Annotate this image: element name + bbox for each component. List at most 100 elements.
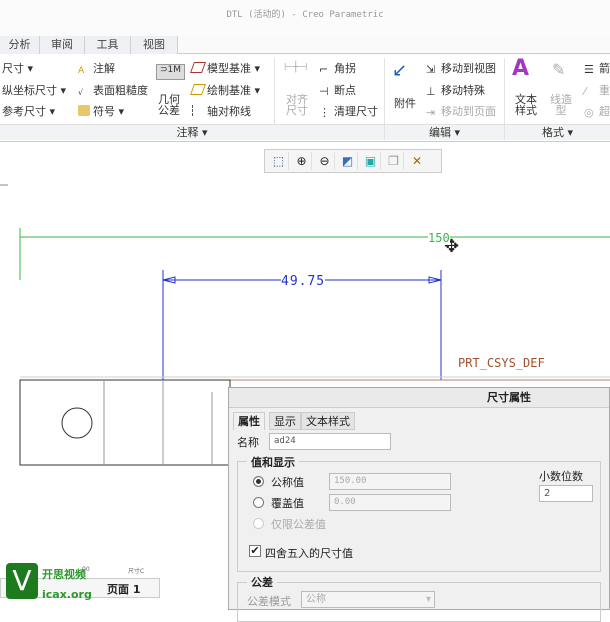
- annotate-group-label[interactable]: 注释 ▾: [0, 124, 384, 140]
- part-view[interactable]: [19, 379, 231, 466]
- arrow-style-label: 箭: [599, 62, 610, 75]
- repeat-format-button[interactable]: ⁄ 重: [584, 82, 610, 98]
- break-icon: ⊣: [319, 85, 329, 98]
- datum-display-icon[interactable]: ✕: [407, 152, 427, 170]
- tolerance-only-label: 仅限公差值: [271, 518, 326, 531]
- selected-dimension-text[interactable]: 49.75: [281, 274, 326, 289]
- small-label: 尺寸C: [128, 568, 145, 575]
- dimension-button[interactable]: 尺寸 ▾: [2, 60, 33, 76]
- display-style-icon[interactable]: ▣: [361, 152, 381, 170]
- text-style-button[interactable]: 文本 样式: [515, 94, 537, 116]
- title-bar: DTL (活动的) - Creo Parametric: [0, 0, 610, 36]
- note-label: 注解: [93, 62, 115, 75]
- ribbon-tabs: 分析 审阅 工具 视图: [0, 36, 610, 54]
- round-checkbox[interactable]: ✔: [249, 545, 261, 557]
- tab-view[interactable]: 视图: [131, 36, 178, 54]
- cleanup-icon: ⋮: [319, 106, 330, 119]
- tab-properties[interactable]: 属性: [233, 412, 265, 430]
- model-datum-button[interactable]: 模型基准 ▾: [189, 60, 260, 76]
- zoom-out-icon[interactable]: ⊖: [315, 152, 335, 170]
- name-input[interactable]: ad24: [269, 433, 391, 450]
- nominal-label: 公称值: [271, 476, 304, 489]
- edit-group-label[interactable]: 编辑 ▾: [385, 124, 504, 140]
- decimals-input[interactable]: 2: [539, 485, 593, 502]
- line-style-button[interactable]: 线造型: [550, 94, 572, 116]
- jog-icon: ⌐: [319, 63, 329, 76]
- nominal-radio[interactable]: [253, 476, 264, 487]
- break-button[interactable]: ⊣ 断点: [319, 82, 356, 98]
- sketch-datum-button[interactable]: 绘制基准 ▾: [189, 82, 261, 98]
- move-special-button[interactable]: ⊥ 移动特殊: [426, 82, 485, 98]
- move-to-view-button[interactable]: ⇲ 移动到视图: [426, 60, 496, 76]
- sketch-datum-label: 绘制基准 ▾: [207, 84, 261, 97]
- refit-icon[interactable]: ⬚: [269, 152, 289, 170]
- axis-symmetry-label: 轴对称线: [207, 105, 251, 118]
- tolerance-mode-value: 公称: [306, 594, 326, 605]
- tab-text-style[interactable]: 文本样式: [301, 412, 355, 430]
- graphics-toolbar: ⬚ ⊕ ⊖ ◩ ▣ ❐ ✕: [264, 149, 442, 173]
- tab-display[interactable]: 显示: [269, 412, 301, 430]
- arrow-style-icon: ☰: [584, 63, 594, 76]
- round-label: 四舍五入的尺寸值: [265, 547, 353, 560]
- watermark-logo: V: [6, 563, 38, 599]
- symbol-icon: [78, 105, 90, 116]
- move-special-icon: ⊥: [426, 85, 436, 98]
- tolerance-only-radio[interactable]: [253, 518, 264, 529]
- gtol-icon: ⊃1M: [156, 64, 185, 80]
- override-value-input[interactable]: 0.00: [329, 494, 451, 511]
- attach-button[interactable]: 附件: [394, 95, 416, 111]
- zoom-in-icon[interactable]: ⊕: [292, 152, 312, 170]
- line-style-label-b: 型: [555, 104, 567, 117]
- tab-analysis[interactable]: 分析: [0, 36, 40, 54]
- tolerance-mode-select[interactable]: 公称 ▾: [301, 591, 435, 608]
- axis-symmetry-button[interactable]: 轴对称线: [192, 103, 251, 119]
- cleanup-dimensions-button[interactable]: ⋮ 清理尺寸: [319, 103, 378, 119]
- text-style-label-b: 样式: [515, 104, 537, 117]
- repaint-icon[interactable]: ◩: [338, 152, 358, 170]
- note-button[interactable]: A 注解: [78, 60, 115, 77]
- tab-tools[interactable]: 工具: [85, 36, 131, 54]
- gtol-button[interactable]: 几何 公差: [158, 94, 180, 116]
- annotation-display-icon[interactable]: ❐: [384, 152, 404, 170]
- note-icon: A: [78, 66, 85, 76]
- decimals-label: 小数位数: [539, 470, 583, 483]
- move-to-sheet-button[interactable]: ⇥ 移动到页面: [426, 103, 496, 119]
- sheet-tab[interactable]: 页面 1: [107, 581, 140, 597]
- align-dimension-icon: ⊢┼⊣: [284, 62, 308, 73]
- nominal-value-input[interactable]: 150.00: [329, 473, 451, 490]
- datum-plane-icon: [189, 62, 207, 73]
- arrow-style-button[interactable]: ☰ 箭: [584, 60, 610, 76]
- align-dimension-button[interactable]: 对齐 尺寸: [286, 94, 308, 116]
- hyperlink-label: 超: [599, 105, 610, 118]
- override-label: 覆盖值: [271, 497, 304, 510]
- ordinate-dimension-button[interactable]: 纵坐标尺寸 ▾: [2, 82, 66, 98]
- repeat-format-label: 重: [599, 84, 610, 97]
- override-radio[interactable]: [253, 497, 264, 508]
- sketch-datum-icon: [189, 84, 207, 95]
- move-to-sheet-label: 移动到页面: [441, 105, 496, 118]
- surface-finish-button[interactable]: √ 表面粗糙度: [78, 82, 148, 99]
- gtol-label-b: 公差: [158, 104, 180, 117]
- hyperlink-button[interactable]: ◎ 超: [584, 103, 610, 119]
- move-special-label: 移动特殊: [441, 84, 485, 97]
- format-group-label[interactable]: 格式 ▾: [505, 124, 610, 140]
- window-title: DTL (活动的) - Creo Parametric: [226, 10, 384, 20]
- tolerance-title: 公差: [247, 574, 277, 590]
- align-label-b: 尺寸: [286, 104, 308, 117]
- tab-review[interactable]: 审阅: [40, 36, 85, 54]
- chevron-down-icon: ▾: [425, 594, 431, 605]
- tolerance-mode-label: 公差模式: [247, 595, 291, 608]
- dimension-properties-dialog: 尺寸属性 属性 显示 文本样式 名称 ad24 值和显示 公称值 150.00 …: [228, 387, 610, 622]
- line-style-icon: ✎: [552, 60, 566, 79]
- move-to-view-icon: ⇲: [426, 63, 436, 76]
- name-label: 名称: [237, 436, 259, 449]
- overall-dimension-text[interactable]: 150: [428, 231, 450, 245]
- axis-symmetry-icon: [192, 105, 204, 116]
- break-label: 断点: [334, 84, 356, 97]
- symbol-button[interactable]: 符号 ▾: [78, 103, 124, 119]
- repeat-format-icon: ⁄: [584, 85, 586, 98]
- move-to-sheet-icon: ⇥: [426, 106, 436, 119]
- surface-finish-icon: √: [78, 88, 84, 97]
- reference-dimension-button[interactable]: 参考尺寸 ▾: [2, 103, 55, 119]
- jog-button[interactable]: ⌐ 角拐: [319, 60, 356, 76]
